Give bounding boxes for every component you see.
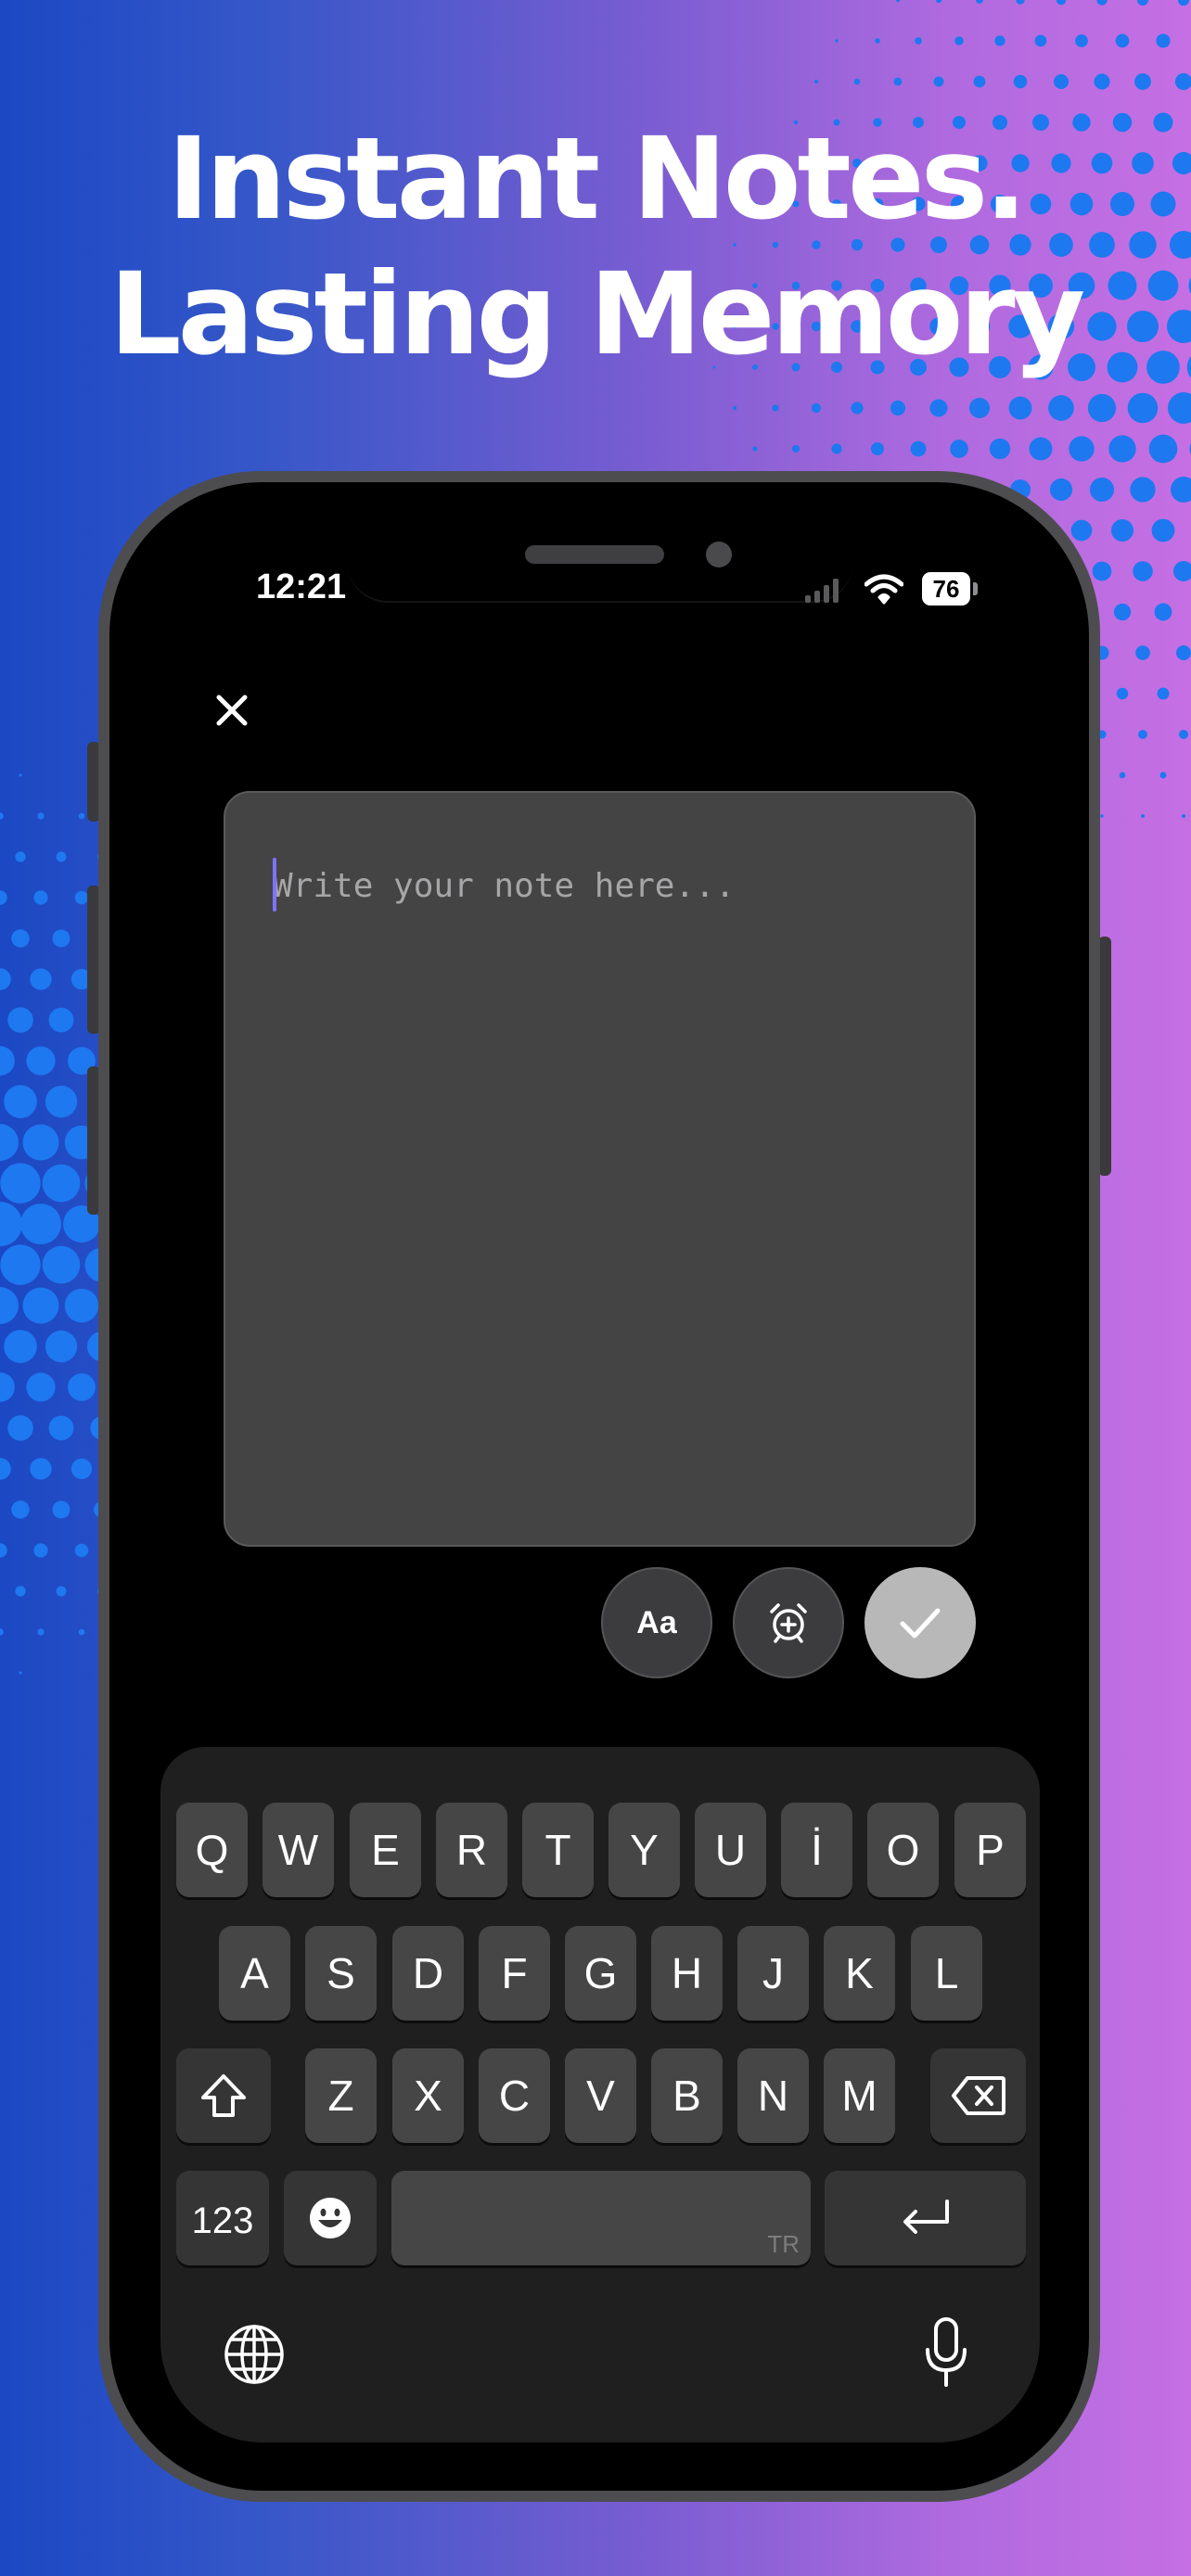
numbers-key-label: 123 [191,2200,254,2241]
save-note-button[interactable] [864,1567,976,1678]
close-icon[interactable] [210,688,254,733]
key-t[interactable]: T [522,1803,594,1897]
wifi-icon [864,574,903,605]
headline-line-1: Instant Notes. [167,113,1027,245]
phone-notch [347,530,853,603]
emoji-key[interactable] [284,2171,377,2265]
key-h[interactable]: H [651,1926,723,2021]
key-a[interactable]: A [219,1926,290,2021]
space-key-language: TR [767,2230,800,2258]
backspace-icon [951,2076,1005,2115]
return-icon [903,2200,949,2234]
phone-camera [706,542,732,567]
note-text-input[interactable] [273,858,941,913]
shift-key[interactable] [176,2048,271,2143]
backspace-key[interactable] [930,2048,1026,2143]
key-x[interactable]: X [392,2048,464,2143]
key-m[interactable]: M [824,2048,895,2143]
emoji-icon [310,2198,351,2238]
add-reminder-button[interactable] [733,1567,844,1678]
space-key[interactable]: TR [391,2171,811,2265]
globe-icon[interactable] [223,2323,286,2386]
key-z[interactable]: Z [305,2048,377,2143]
numbers-key[interactable]: 123 [176,2171,269,2265]
key-r[interactable]: R [436,1803,507,1897]
key-n[interactable]: N [737,2048,809,2143]
key-o[interactable]: O [867,1803,939,1897]
key-c[interactable]: C [479,2048,550,2143]
alarm-add-icon [770,1603,807,1643]
key-b[interactable]: B [651,2048,723,2143]
key-u[interactable]: U [695,1803,766,1897]
checkmark-icon [900,1608,941,1639]
battery-cap [973,582,978,595]
phone-power-button [1098,937,1111,1176]
battery-indicator: 76 [922,572,970,606]
key-g[interactable]: G [565,1926,636,2021]
key-j[interactable]: J [737,1926,809,2021]
signal-icon [805,579,839,603]
text-format-button[interactable]: Aa [601,1567,712,1678]
key-s[interactable]: S [305,1926,377,2021]
key-v[interactable]: V [565,2048,636,2143]
headline-line-2: Lasting Memory [109,249,1085,380]
key-k[interactable]: K [824,1926,895,2021]
status-time: 12:21 [256,567,347,606]
key-y[interactable]: Y [608,1803,680,1897]
key-q[interactable]: Q [176,1803,248,1897]
key-f[interactable]: F [479,1926,550,2021]
key-p[interactable]: P [954,1803,1026,1897]
text-format-label: Aa [636,1604,677,1640]
return-key[interactable] [825,2171,1026,2265]
phone-speaker [525,545,664,564]
shift-icon [201,2074,246,2117]
key-l[interactable]: L [911,1926,982,2021]
key-w[interactable]: W [263,1803,334,1897]
text-caret [273,858,276,912]
key-e[interactable]: E [350,1803,421,1897]
key-d[interactable]: D [392,1926,464,2021]
key-dotted-i[interactable]: İ [781,1803,852,1897]
microphone-icon[interactable] [924,2316,968,2391]
